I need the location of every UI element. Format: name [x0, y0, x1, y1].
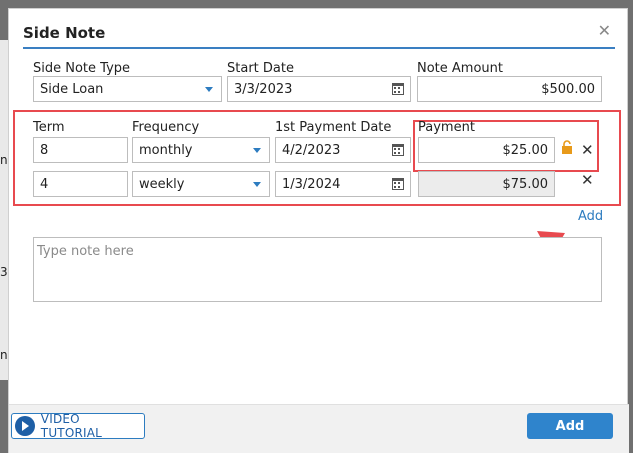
- first-payment-input[interactable]: 1/3/2024: [275, 171, 411, 197]
- play-icon: [15, 416, 35, 436]
- first-payment-value: 1/3/2024: [282, 176, 341, 192]
- first-payment-header: 1st Payment Date: [275, 120, 392, 135]
- term-header: Term: [33, 120, 65, 135]
- frequency-header: Frequency: [132, 120, 200, 135]
- chevron-down-icon: [253, 182, 261, 187]
- close-icon[interactable]: ✕: [598, 23, 611, 39]
- dialog-header: Side Note ✕: [23, 9, 615, 49]
- remove-icon[interactable]: ✕: [581, 173, 594, 188]
- payment-value: $75.00: [502, 176, 549, 192]
- payment-header: Payment: [418, 120, 475, 135]
- calendar-icon[interactable]: [386, 172, 410, 196]
- payment-value: $25.00: [502, 142, 549, 158]
- chevron-down-icon: [253, 148, 261, 153]
- side-note-dialog: Side Note ✕ Side Note Type Side Loan Sta…: [8, 8, 629, 453]
- start-date-label: Start Date: [227, 61, 294, 76]
- video-tutorial-button[interactable]: VIDEO TUTORIAL: [11, 412, 145, 440]
- term-value: 4: [40, 176, 49, 192]
- payment-readonly: $75.00: [418, 171, 555, 197]
- add-row-link[interactable]: Add: [578, 209, 603, 224]
- calendar-icon[interactable]: [386, 138, 410, 162]
- add-button[interactable]: Add: [527, 413, 613, 439]
- note-placeholder: Type note here: [37, 244, 134, 259]
- frequency-select[interactable]: weekly: [132, 171, 270, 197]
- payment-input[interactable]: $25.00: [418, 137, 555, 163]
- background-panel: [0, 40, 8, 380]
- term-value: 8: [40, 142, 49, 158]
- frequency-value: monthly: [139, 142, 193, 158]
- dialog-title: Side Note: [23, 24, 106, 42]
- note-textarea[interactable]: Type note here: [33, 237, 602, 302]
- frequency-select[interactable]: monthly: [132, 137, 270, 163]
- frequency-value: weekly: [139, 176, 185, 192]
- side-note-type-label: Side Note Type: [33, 61, 131, 76]
- chevron-down-icon: [205, 87, 213, 92]
- side-note-type-select[interactable]: Side Loan: [33, 76, 222, 102]
- note-amount-value: $500.00: [541, 81, 595, 97]
- term-input[interactable]: 4: [33, 171, 128, 197]
- start-date-value: 3/3/2023: [234, 81, 293, 97]
- note-amount-input[interactable]: $500.00: [417, 76, 602, 102]
- unlock-icon[interactable]: [561, 140, 573, 154]
- note-amount-label: Note Amount: [417, 61, 503, 76]
- term-input[interactable]: 8: [33, 137, 128, 163]
- background-text: 3: [0, 265, 8, 279]
- dialog-footer: VIDEO TUTORIAL Add: [9, 404, 629, 453]
- first-payment-input[interactable]: 4/2/2023: [275, 137, 411, 163]
- first-payment-value: 4/2/2023: [282, 142, 341, 158]
- calendar-icon[interactable]: [386, 77, 410, 101]
- start-date-input[interactable]: 3/3/2023: [227, 76, 411, 102]
- remove-icon[interactable]: ✕: [581, 143, 594, 158]
- video-tutorial-label: VIDEO TUTORIAL: [40, 412, 103, 440]
- side-note-type-value: Side Loan: [40, 81, 104, 97]
